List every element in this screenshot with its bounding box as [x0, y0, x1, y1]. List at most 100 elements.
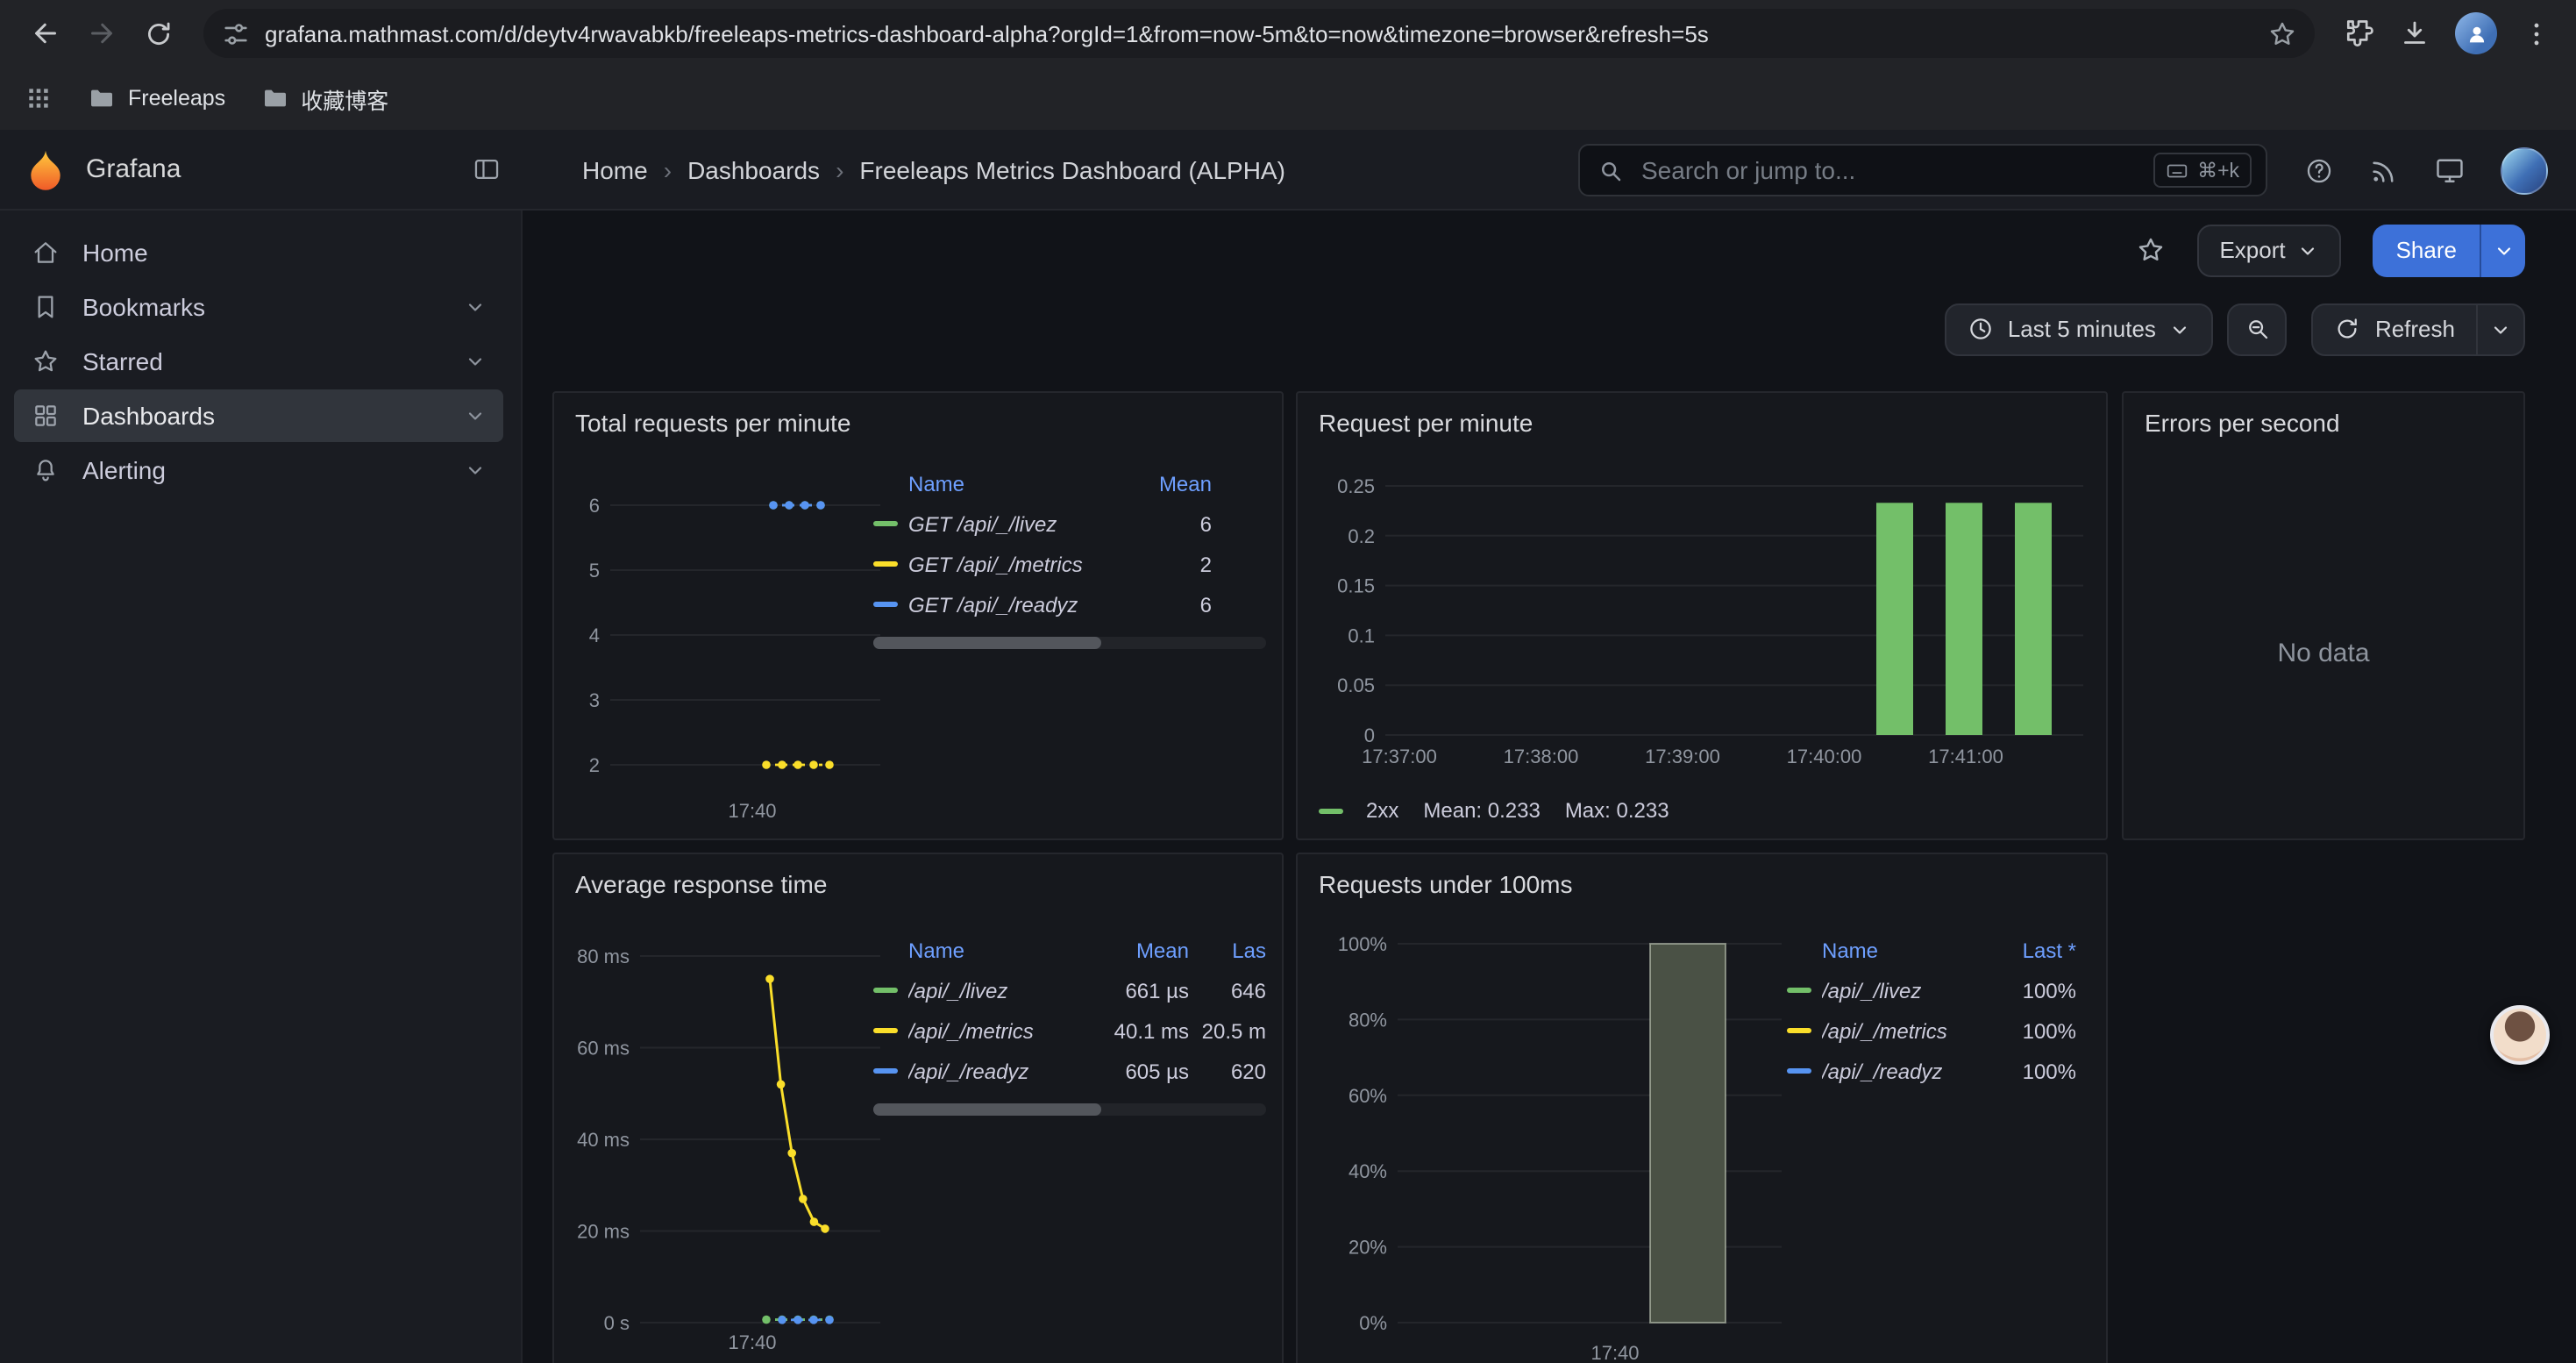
browser-profile-avatar[interactable] — [2455, 12, 2497, 54]
legend-scrollbar[interactable] — [873, 1103, 1266, 1116]
monitor-icon[interactable] — [2434, 154, 2466, 186]
svg-text:0 s: 0 s — [604, 1312, 630, 1334]
help-icon[interactable] — [2304, 155, 2334, 185]
legend-row: /api/_/readyz605 µs620 — [873, 1051, 1266, 1091]
legend-series-name[interactable]: /api/_/livez — [908, 978, 1087, 1003]
legend-max: Max: 0.233 — [1565, 798, 1669, 823]
toolbar-right — [2336, 9, 2558, 58]
bar-chart: 100%80%60%40%20%0%17:40 — [1298, 933, 1797, 1363]
panel-errors-per-second: Errors per second No data — [2122, 391, 2525, 840]
svg-text:80%: 80% — [1348, 1009, 1387, 1031]
chevron-down-icon[interactable] — [465, 351, 486, 372]
favorite-star-icon[interactable] — [2135, 235, 2165, 265]
scrollbar-thumb[interactable] — [873, 637, 1101, 649]
panel-total-requests-per-minute: Total requests per minute 6543217:40 Nam… — [552, 391, 1284, 840]
url-text[interactable]: grafana.mathmast.com/d/deytv4rwavabkb/fr… — [265, 20, 2253, 46]
panel-title[interactable]: Requests under 100ms — [1319, 870, 1573, 898]
grafana-logo[interactable] — [23, 146, 68, 192]
user-avatar[interactable] — [2501, 146, 2548, 194]
search-input[interactable] — [1638, 154, 2139, 186]
dock-menu-icon[interactable] — [472, 154, 502, 184]
apps-grid-icon[interactable] — [25, 84, 53, 112]
zoom-out-button[interactable] — [2228, 303, 2288, 355]
legend-col-name[interactable]: Name — [873, 938, 1087, 963]
time-controls: Last 5 minutes Refresh — [523, 289, 2576, 368]
refresh-button[interactable]: Refresh — [2314, 304, 2476, 353]
legend-scrollbar[interactable] — [873, 637, 1266, 649]
legend-header: NameMeanLas — [873, 931, 1266, 970]
sidebar-item-starred[interactable]: Starred — [14, 335, 503, 388]
forward-button[interactable] — [77, 9, 126, 58]
share-menu-button[interactable] — [2480, 224, 2525, 276]
sidebar-item-dashboards[interactable]: Dashboards — [14, 389, 503, 442]
breadcrumb-item[interactable]: Home — [582, 155, 648, 183]
bell-icon — [32, 456, 60, 484]
person-icon — [2463, 20, 2489, 46]
legend-col[interactable]: Las — [1189, 938, 1266, 963]
svg-text:0.2: 0.2 — [1348, 525, 1375, 547]
search-shortcut: ⌘+k — [2153, 153, 2252, 188]
legend-series-name[interactable]: /api/_/readyz — [1822, 1059, 1992, 1083]
svg-text:60 ms: 60 ms — [577, 1038, 630, 1060]
legend-value: 6 — [1124, 592, 1212, 617]
scrollbar-thumb[interactable] — [873, 1103, 1101, 1116]
breadcrumb-item[interactable]: Dashboards — [687, 155, 820, 183]
breadcrumb-separator: › — [664, 155, 672, 183]
share-button[interactable]: Share — [2373, 224, 2480, 276]
svg-text:20 ms: 20 ms — [577, 1221, 630, 1243]
legend-series[interactable]: 2xx — [1319, 798, 1398, 823]
legend-series-name[interactable]: GET /api/_/livez — [908, 511, 1124, 536]
panel-legend: 2xx Mean: 0.233 Max: 0.233 — [1319, 798, 1669, 823]
svg-text:4: 4 — [589, 624, 600, 646]
series-color-dash — [873, 988, 898, 993]
reload-button[interactable] — [133, 9, 182, 58]
legend-series-name[interactable]: GET /api/_/metrics — [908, 552, 1124, 576]
back-button[interactable] — [21, 9, 70, 58]
sidebar-item-label: Dashboards — [82, 402, 215, 430]
legend-series-name[interactable]: GET /api/_/readyz — [908, 592, 1124, 617]
sidebar-item-home[interactable]: Home — [14, 226, 503, 279]
legend-col[interactable]: Mean — [1087, 938, 1189, 963]
home-icon — [32, 239, 60, 267]
legend-col[interactable]: Mean — [1124, 472, 1212, 496]
browser-menu-button[interactable] — [2522, 9, 2551, 58]
panel-title[interactable]: Total requests per minute — [575, 409, 850, 437]
sidebar-item-bookmarks[interactable]: Bookmarks — [14, 281, 503, 333]
kebab-menu-icon — [2522, 18, 2551, 48]
panel-title[interactable]: Request per minute — [1319, 409, 1533, 437]
grafana-app: Grafana Home›Dashboards›Freeleaps Metric… — [0, 130, 2576, 1363]
legend-col-name[interactable]: Name — [873, 472, 1124, 496]
sidebar-item-alerting[interactable]: Alerting — [14, 444, 503, 496]
legend-col-name[interactable]: Name — [1787, 938, 1992, 963]
extensions-button[interactable] — [2343, 9, 2374, 58]
forward-icon — [86, 18, 117, 49]
bookmark-folder-freeleaps[interactable]: Freeleaps — [88, 84, 225, 112]
bookmark-star-icon[interactable] — [2267, 18, 2297, 48]
site-settings-icon[interactable] — [221, 18, 251, 48]
time-range-picker[interactable]: Last 5 minutes — [1945, 303, 2214, 355]
search-box[interactable]: ⌘+k — [1578, 144, 2267, 196]
bookmark-folder-blogs[interactable]: 收藏博客 — [260, 82, 388, 115]
legend-col[interactable]: Last * — [1992, 938, 2076, 963]
breadcrumb-item[interactable]: Freeleaps Metrics Dashboard (ALPHA) — [859, 155, 1285, 183]
search-icon — [1598, 157, 1624, 183]
legend-series-name[interactable]: /api/_/metrics — [1822, 1018, 1992, 1043]
panel-title[interactable]: Errors per second — [2145, 409, 2340, 437]
line-chart: 80 ms60 ms40 ms20 ms0 s17:40 — [554, 933, 887, 1363]
legend-series-name[interactable]: /api/_/metrics — [908, 1018, 1087, 1043]
downloads-button[interactable] — [2399, 9, 2430, 58]
panel-title[interactable]: Average response time — [575, 870, 827, 898]
legend-series-name[interactable]: /api/_/readyz — [908, 1059, 1087, 1083]
chevron-down-icon[interactable] — [465, 405, 486, 426]
svg-text:17:37:00: 17:37:00 — [1362, 746, 1437, 767]
floating-assistant-avatar[interactable] — [2490, 1005, 2550, 1065]
brand-name[interactable]: Grafana — [86, 154, 181, 184]
url-bar[interactable]: grafana.mathmast.com/d/deytv4rwavabkb/fr… — [203, 9, 2315, 58]
chevron-down-icon[interactable] — [465, 296, 486, 318]
refresh-interval-button[interactable] — [2476, 304, 2523, 353]
legend-series-name[interactable]: /api/_/livez — [1822, 978, 1992, 1003]
legend-header: NameMean — [873, 465, 1266, 503]
news-rss-icon[interactable] — [2369, 155, 2399, 185]
chevron-down-icon[interactable] — [465, 460, 486, 481]
export-button[interactable]: Export — [2196, 224, 2341, 276]
